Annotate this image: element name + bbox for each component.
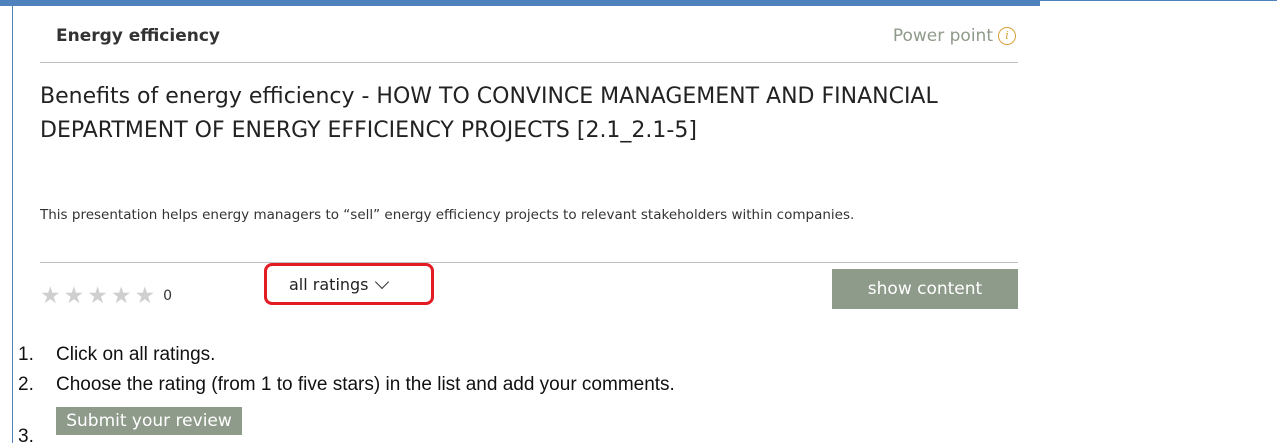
star-icon[interactable]: ★ <box>87 284 108 308</box>
info-icon[interactable]: i <box>998 27 1016 45</box>
resource-title: Benefits of energy efficiency - HOW TO C… <box>40 84 938 143</box>
resource-type: Power point i <box>893 26 1016 46</box>
top-border-line <box>1040 0 1277 1</box>
list-text: Choose the rating (from 1 to five stars)… <box>56 374 675 395</box>
list-number: 1. <box>18 344 34 365</box>
star-icon[interactable]: ★ <box>64 284 85 308</box>
list-item: 3. <box>18 426 56 448</box>
star-icon[interactable]: ★ <box>40 284 61 308</box>
list-text: Click on all ratings. <box>56 344 216 365</box>
show-content-button[interactable]: show content <box>832 269 1018 309</box>
category-label: Energy efficiency <box>56 26 220 46</box>
divider <box>40 62 1018 63</box>
list-item: 2. Choose the rating (from 1 to five star… <box>18 374 675 396</box>
resource-description: This presentation helps energy managers … <box>40 207 855 223</box>
chevron-down-icon <box>374 274 389 289</box>
resource-type-label: Power point <box>892 26 993 46</box>
all-ratings-label: all ratings <box>289 274 369 294</box>
resource-card: Energy efficiency Power point i Benefits… <box>40 14 1018 338</box>
left-border <box>12 0 13 443</box>
submit-review-button[interactable]: Submit your review <box>56 407 242 435</box>
rating-count: 0 <box>163 288 173 304</box>
divider <box>40 262 1018 263</box>
list-item: 1. Click on all ratings. <box>18 344 215 366</box>
star-icon[interactable]: ★ <box>111 284 132 308</box>
list-number: 3. <box>18 426 34 447</box>
all-ratings-dropdown[interactable]: all ratings <box>264 263 434 305</box>
star-rating[interactable]: ★ ★ ★ ★ ★ 0 <box>40 284 172 308</box>
list-number: 2. <box>18 374 34 395</box>
star-icon[interactable]: ★ <box>135 284 156 308</box>
top-border <box>0 0 1040 6</box>
